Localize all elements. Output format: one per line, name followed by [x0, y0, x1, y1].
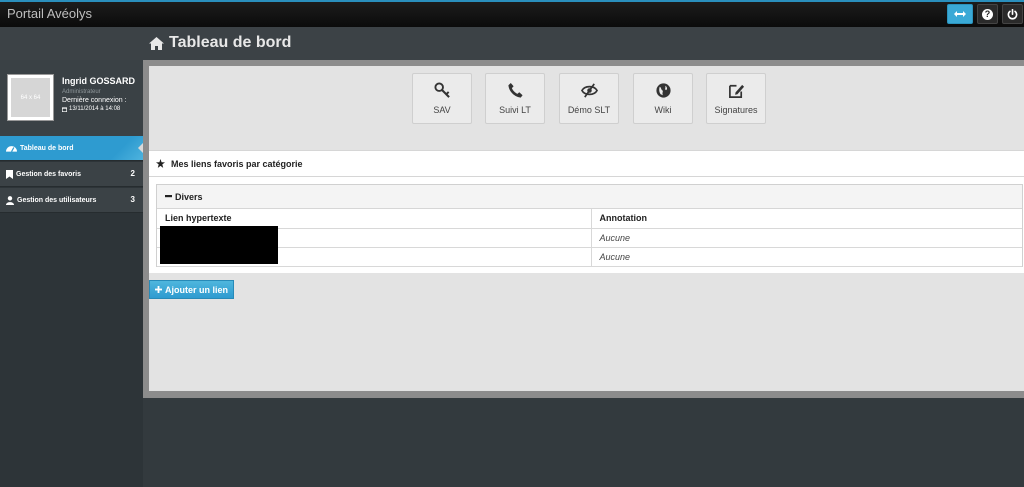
dashboard-icon [6, 146, 17, 152]
shortcut-suivi-lt[interactable]: Suivi LT [485, 73, 545, 124]
star-icon [156, 159, 165, 168]
table-header-row: Lien hypertexte Annotation [157, 209, 1022, 229]
category-divers: Divers Lien hypertexte Annotation Aucune… [156, 184, 1023, 267]
annotation-cell: Aucune [591, 247, 1022, 267]
category-toggle[interactable]: Divers [157, 185, 1022, 209]
bookmark-icon [6, 169, 13, 179]
app-brand[interactable]: Portail Avéolys [7, 6, 92, 21]
sidebar-item-users[interactable]: Gestion des utilisateurs 3 [0, 188, 143, 213]
category-name: Divers [175, 191, 203, 202]
favorites-panel-header: Mes liens favoris par catégorie [149, 150, 1024, 177]
user-name: Ingrid GOSSARD [62, 76, 136, 86]
shortcut-label: Suivi LT [499, 105, 531, 115]
shortcut-wiki[interactable]: Wiki [633, 73, 693, 124]
sidebar: 64 x 64 Ingrid GOSSARD Administrateur De… [0, 60, 144, 487]
sidebar-item-label: Gestion des favoris [16, 170, 81, 178]
shortcut-signatures[interactable]: Signatures [706, 73, 766, 124]
favorites-title: Mes liens favoris par catégorie [171, 158, 303, 169]
avatar-placeholder: 64 x 64 [11, 78, 50, 117]
sidebar-item-label: Tableau de bord [20, 144, 74, 152]
user-profile: 64 x 64 Ingrid GOSSARD Administrateur De… [0, 60, 143, 136]
phone-icon [507, 82, 523, 98]
add-link-button[interactable]: Ajouter un lien [149, 280, 234, 299]
power-icon [1007, 8, 1018, 19]
key-icon [433, 82, 450, 98]
shortcut-demo-slt[interactable]: Démo SLT [559, 73, 619, 124]
last-login-date: 13/11/2014 à 14:08 [62, 106, 120, 112]
sidebar-item-label: Gestion des utilisateurs [17, 196, 97, 204]
home-icon [149, 36, 164, 50]
help-button[interactable]: ? [977, 4, 998, 24]
shortcut-sav[interactable]: SAV [412, 73, 472, 124]
logout-button[interactable] [1002, 4, 1023, 24]
add-link-label: Ajouter un lien [165, 284, 228, 295]
sidebar-item-dashboard[interactable]: Tableau de bord [0, 136, 144, 161]
edit-icon [728, 84, 744, 98]
column-header-annotation: Annotation [591, 209, 1022, 229]
top-navbar: Portail Avéolys ? [0, 0, 1024, 27]
user-icon [6, 195, 14, 205]
globe-icon [655, 83, 671, 98]
page-title: Tableau de bord [149, 34, 291, 52]
calendar-icon [62, 106, 67, 112]
shortcut-label: Démo SLT [567, 105, 611, 115]
favorites-count-badge: 2 [130, 169, 135, 178]
users-count-badge: 3 [130, 195, 135, 204]
shortcut-label: Wiki [654, 105, 672, 115]
annotation-cell: Aucune [591, 228, 1022, 248]
minus-icon [165, 195, 172, 198]
question-circle-icon: ? [982, 8, 993, 20]
sidebar-item-favorites[interactable]: Gestion des favoris 2 [0, 162, 143, 187]
redacted-links-overlay [160, 226, 278, 264]
user-role: Administrateur [62, 89, 101, 95]
expand-button[interactable] [947, 4, 973, 24]
arrows-horizontal-icon [954, 11, 966, 17]
page-title-text: Tableau de bord [169, 34, 292, 51]
last-login-date-text: 13/11/2014 à 14:08 [69, 106, 121, 112]
table-row: Aucune [157, 247, 1022, 267]
shortcut-label: Signatures [714, 105, 758, 115]
avatar: 64 x 64 [7, 74, 54, 121]
plus-icon [155, 286, 162, 293]
eye-slash-icon [580, 83, 598, 98]
shortcut-label: SAV [433, 105, 451, 115]
last-login-label: Dernière connexion : [62, 97, 127, 104]
links-table: Lien hypertexte Annotation Aucune Aucune [157, 209, 1022, 267]
table-row: Aucune [157, 228, 1022, 248]
